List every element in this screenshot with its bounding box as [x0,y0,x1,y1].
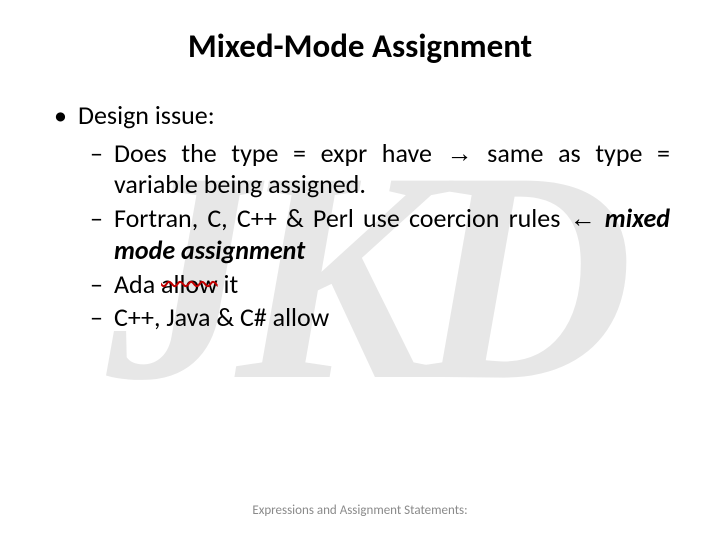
sub2-part-a: Fortran, C, C++ & Perl use coercion rule… [114,202,570,234]
bullet-level2-item3: Ada allow it [50,269,670,301]
sub3-part-a: Ada [114,268,161,300]
sub3-strike: allow [161,268,218,300]
bullet-level2-item4: C++, Java & C# allow [50,302,670,334]
bullet1-text: Design issue: [78,99,215,131]
sub2-part-b [596,202,605,234]
slide-title: Mixed-Mode Assignment [0,0,720,66]
right-arrow-icon: → [447,138,473,168]
slide-footer: Expressions and Assignment Statements: [0,503,720,518]
slide-content: Mixed-Mode Assignment Design issue: Does… [0,0,720,334]
sub3-part-b: it [218,268,239,300]
sub1-part-a: Does the type = expr have [114,137,447,169]
bullet-level1: Design issue: [50,100,670,132]
left-arrow-icon: ← [570,203,596,233]
bullet-level2-item2: Fortran, C, C++ & Perl use coercion rule… [50,203,670,266]
sub4-text: C++, Java & C# allow [114,301,329,333]
slide-body: Design issue: Does the type = expr have … [0,66,720,334]
slide: JKD Mixed-Mode Assignment Design issue: … [0,0,720,540]
bullet-level2-item1: Does the type = expr have → same as type… [50,138,670,201]
